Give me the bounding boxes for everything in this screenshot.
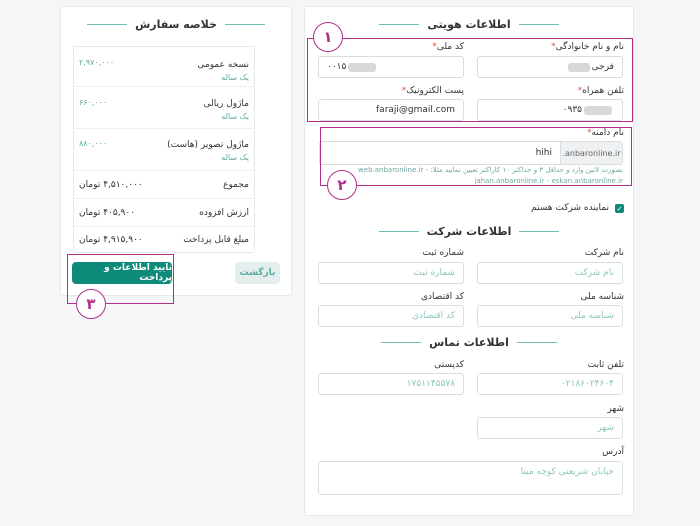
summary-vat-row: ارزش افزوده ۴۰۵,۹۰۰ تومان: [73, 199, 255, 227]
summary-item-name: ماژول تصویر (هاست): [167, 140, 249, 150]
summary-payable-value: ۴,۹۱۵,۹۰۰ تومان: [79, 235, 143, 245]
economic-code-label: کد اقتصادی: [421, 292, 464, 302]
summary-item-period: یک ساله: [221, 112, 249, 121]
summary-item-row: ماژول ریالی یک ساله ۶۶۰,۰۰۰: [73, 87, 255, 129]
address-textarea[interactable]: خیابان شریعتی کوچه مینا: [318, 461, 623, 495]
annotation-box-domain: [320, 127, 632, 186]
company-rep-checkbox[interactable]: ✓: [615, 204, 624, 213]
summary-vat-label: ارزش افزوده: [199, 208, 249, 218]
summary-item-price: ۶۶۰,۰۰۰: [79, 98, 108, 107]
national-id-label: شناسه ملی: [580, 292, 624, 302]
national-id-input[interactable]: شناسه ملی: [477, 305, 623, 327]
city-label: شهر: [607, 404, 624, 414]
postal-code-label: کدپستی: [434, 360, 464, 370]
summary-item-period: یک ساله: [221, 153, 249, 162]
phone-label: تلفن ثابت: [587, 360, 624, 370]
phone-input[interactable]: ۰۲۱۸۶۰۲۴۶۰۴: [477, 373, 623, 395]
summary-payable-label: مبلغ قابل پرداخت: [183, 235, 249, 245]
summary-item-name: ماژول ریالی: [203, 99, 250, 109]
company-rep-label[interactable]: نماینده شرکت هستم: [531, 203, 609, 213]
summary-item-price: ۲,۹۷۰,۰۰۰: [79, 58, 115, 67]
summary-total-label: مجموع: [223, 180, 249, 190]
contact-section-title: اطلاعات تماس: [304, 336, 634, 349]
annotation-badge-2: ۲: [327, 170, 357, 200]
postal-code-input[interactable]: ۱۷۵۱۱۴۵۵۷۸: [318, 373, 464, 395]
annotation-box-identity: [307, 38, 633, 122]
summary-item-row: ماژول تصویر (هاست) یک ساله ۸۸۰,۰۰۰: [73, 129, 255, 171]
summary-item-price: ۸۸۰,۰۰۰: [79, 139, 108, 148]
registration-number-label: شماره ثبت: [422, 248, 464, 258]
summary-total-value: ۴,۵۱۰,۰۰۰ تومان: [79, 180, 143, 190]
city-input[interactable]: شهر: [477, 417, 623, 439]
summary-item-row: نسخه عمومی یک ساله ۲,۹۷۰,۰۰۰: [73, 46, 255, 87]
annotation-badge-3: ۳: [76, 289, 106, 319]
back-button[interactable]: بازگشت: [235, 262, 280, 284]
annotation-badge-1: ۱: [313, 22, 343, 52]
registration-number-input[interactable]: شماره ثبت: [318, 262, 464, 284]
order-summary-title: خلاصه سفارش: [60, 18, 292, 31]
summary-vat-value: ۴۰۵,۹۰۰ تومان: [79, 208, 136, 218]
economic-code-input[interactable]: کد اقتصادی: [318, 305, 464, 327]
summary-total-row: مجموع ۴,۵۱۰,۰۰۰ تومان: [73, 171, 255, 199]
company-name-input[interactable]: نام شرکت: [477, 262, 623, 284]
address-label: آدرس: [602, 447, 624, 457]
check-icon: ✓: [616, 204, 623, 213]
company-section-title: اطلاعات شرکت: [304, 225, 634, 238]
company-name-label: نام شرکت: [584, 248, 624, 258]
identity-section-title: اطلاعات هویتی: [304, 18, 634, 31]
summary-payable-row: مبلغ قابل پرداخت ۴,۹۱۵,۹۰۰ تومان: [73, 227, 255, 253]
summary-item-name: نسخه عمومی: [197, 60, 249, 70]
summary-item-period: یک ساله: [221, 73, 249, 82]
